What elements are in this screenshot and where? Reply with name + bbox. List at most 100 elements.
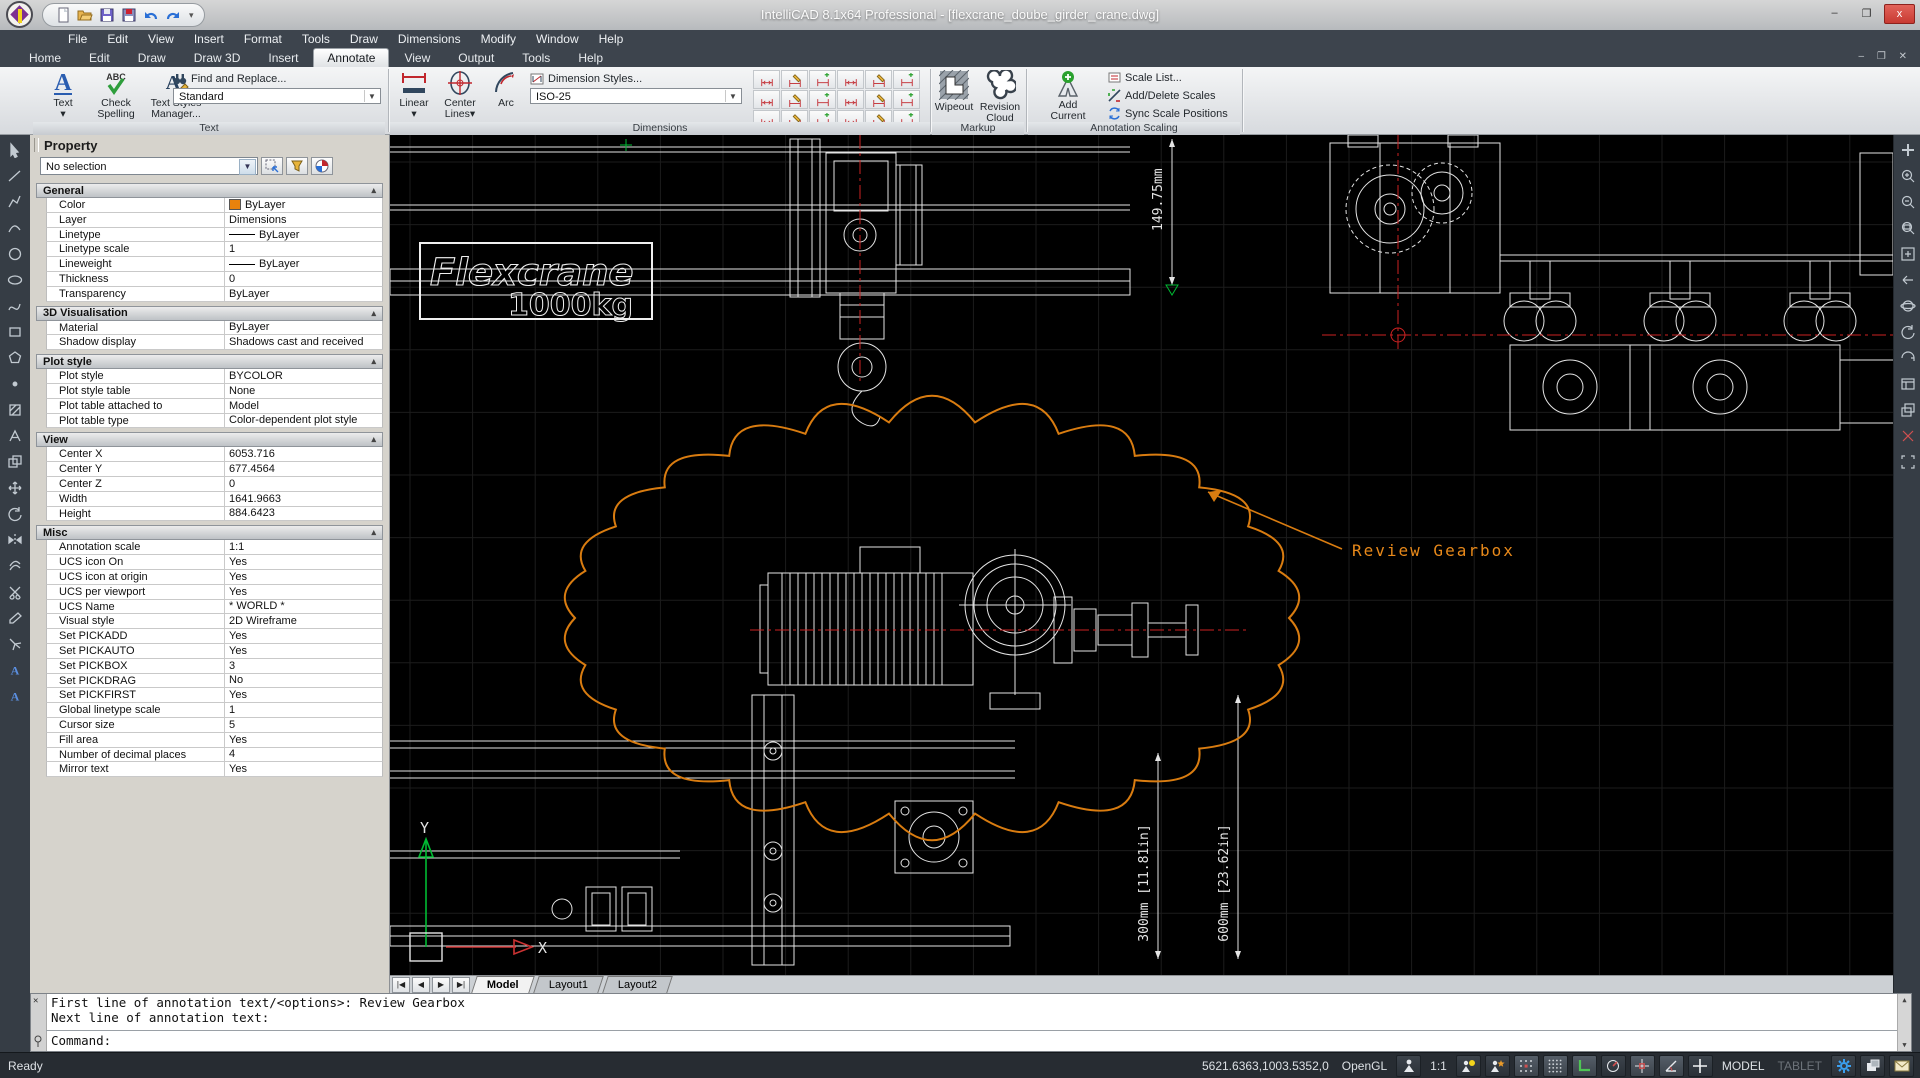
oblique-dimension-button[interactable] xyxy=(893,70,920,89)
polar-toggle[interactable] xyxy=(1601,1055,1626,1077)
status-annotation-scale[interactable]: 1:1 xyxy=(1426,1059,1451,1073)
tool-layers-icon[interactable] xyxy=(1897,399,1919,421)
arc-dimension-button[interactable]: Arc xyxy=(486,69,526,121)
property-value[interactable]: Shadows cast and received xyxy=(225,335,382,349)
tool-ellipse-icon[interactable] xyxy=(4,269,26,291)
find-replace-button[interactable]: Find and Replace... xyxy=(173,72,286,86)
property-value[interactable]: Yes xyxy=(225,585,382,599)
property-value[interactable]: Yes xyxy=(225,733,382,747)
tool-zoom-out-icon[interactable] xyxy=(1897,191,1919,213)
last-sheet-button[interactable]: ▶| xyxy=(452,977,470,993)
linear-dimension-button[interactable]: Linear▾ xyxy=(393,69,435,121)
wipeout-button[interactable]: Wipeout xyxy=(932,69,976,121)
tool-previous-view-icon[interactable] xyxy=(1897,269,1919,291)
tool-full-screen-icon[interactable] xyxy=(1897,451,1919,473)
tool-mirror-icon[interactable] xyxy=(4,529,26,551)
property-value[interactable]: 0 xyxy=(225,477,382,491)
property-value[interactable]: Yes xyxy=(225,644,382,658)
ribbon-tab-annotate[interactable]: Annotate xyxy=(313,48,389,67)
property-value[interactable]: ByLayer xyxy=(225,321,382,335)
ribbon-tab-output[interactable]: Output xyxy=(445,49,507,67)
continue-dimension-button[interactable] xyxy=(837,70,864,89)
diameter-dimension-button[interactable] xyxy=(837,90,864,109)
collapse-icon[interactable]: ▴ xyxy=(371,434,376,445)
section-header-general[interactable]: General▴ xyxy=(36,183,383,198)
next-sheet-button[interactable]: ▶ xyxy=(432,977,450,993)
selection-combobox[interactable]: No selection▼ xyxy=(40,157,258,175)
section-header-plot-style[interactable]: Plot style▴ xyxy=(36,354,383,369)
property-value[interactable]: ByLayer xyxy=(225,287,382,301)
baseline-dimension-button[interactable] xyxy=(809,70,836,89)
smart-dimension-button[interactable] xyxy=(753,70,780,89)
check-spelling-button[interactable]: ABC Check Spelling xyxy=(91,69,141,121)
menu-insert[interactable]: Insert xyxy=(184,31,234,47)
tool-regen-icon[interactable] xyxy=(1897,321,1919,343)
scale-list-button[interactable]: Scale List... xyxy=(1108,71,1182,84)
property-value[interactable]: ByLayer xyxy=(225,257,382,271)
property-value[interactable]: 1:1 xyxy=(225,540,382,554)
tool-pan-icon[interactable] xyxy=(1897,139,1919,161)
section-header-misc[interactable]: Misc▴ xyxy=(36,525,383,540)
tool-zoom-extents-icon[interactable] xyxy=(1897,243,1919,265)
tool-polyline-icon[interactable] xyxy=(4,191,26,213)
close-button[interactable]: x xyxy=(1884,4,1915,24)
tool-erase-icon[interactable] xyxy=(4,607,26,629)
ribbon-tab-draw[interactable]: Draw xyxy=(125,49,179,67)
ribbon-tab-tools[interactable]: Tools xyxy=(509,49,563,67)
tool-circle-icon[interactable] xyxy=(4,243,26,265)
combo-dropdown-icon[interactable]: ▼ xyxy=(239,159,256,175)
annotation-person-icon[interactable] xyxy=(1396,1055,1421,1077)
status-coordinates[interactable]: 5621.6363,1003.5352,0 xyxy=(1198,1059,1333,1073)
drawing-canvas[interactable]: 149.75mm xyxy=(390,135,1893,975)
command-scrollbar[interactable]: ▲▼ xyxy=(1897,994,1911,1051)
property-value[interactable]: 677.4564 xyxy=(225,462,382,476)
add-delete-scales-button[interactable]: Add/Delete Scales xyxy=(1108,89,1216,102)
minimize-button[interactable]: – xyxy=(1820,4,1849,22)
center-mark-button[interactable] xyxy=(809,90,836,109)
property-value[interactable]: Yes xyxy=(225,629,382,643)
property-value[interactable]: 3 xyxy=(225,659,382,673)
property-value[interactable]: 5 xyxy=(225,718,382,732)
tool-text-style-icon[interactable]: A xyxy=(4,659,26,681)
property-value[interactable]: 1 xyxy=(225,703,382,717)
tool-rectangle-icon[interactable] xyxy=(4,321,26,343)
etrack-toggle[interactable] xyxy=(1659,1055,1684,1077)
tool-rotate-icon[interactable] xyxy=(4,503,26,525)
tool-move-icon[interactable] xyxy=(4,477,26,499)
center-lines-button[interactable]: Center Lines▾ xyxy=(436,69,484,121)
annotation-autoscale-toggle[interactable] xyxy=(1485,1055,1510,1077)
property-value[interactable]: Color-dependent plot style xyxy=(225,414,382,428)
status-tablet-toggle[interactable]: TABLET xyxy=(1774,1059,1826,1073)
text-button[interactable]: A Text▾ xyxy=(38,69,88,121)
tool-orbit-icon[interactable] xyxy=(1897,295,1919,317)
property-value[interactable]: 4 xyxy=(225,748,382,762)
collapse-icon[interactable]: ▴ xyxy=(371,527,376,538)
tool-arc-icon[interactable] xyxy=(4,217,26,239)
annotation-visibility-toggle[interactable] xyxy=(1456,1055,1481,1077)
text-style-combobox[interactable]: Standard▼ xyxy=(173,88,381,104)
dimension-break-button[interactable] xyxy=(781,70,808,89)
menu-tools[interactable]: Tools xyxy=(292,31,340,47)
property-value[interactable]: Yes xyxy=(225,688,382,702)
menu-help[interactable]: Help xyxy=(589,31,634,47)
tool-annotation-text-icon[interactable]: A xyxy=(4,685,26,707)
color-picker-button[interactable] xyxy=(311,157,333,175)
tool-spline-icon[interactable] xyxy=(4,295,26,317)
select-entities-button[interactable] xyxy=(261,157,283,175)
property-value[interactable]: 2D Wireframe xyxy=(225,614,382,628)
property-value[interactable]: BYCOLOR xyxy=(225,369,382,383)
property-value[interactable]: Yes xyxy=(225,555,382,569)
tool-zoom-window-icon[interactable] xyxy=(1897,217,1919,239)
menu-format[interactable]: Format xyxy=(234,31,292,47)
ortho-toggle[interactable] xyxy=(1572,1055,1597,1077)
mail-button[interactable] xyxy=(1889,1055,1914,1077)
revision-cloud[interactable] xyxy=(565,396,1299,841)
menu-view[interactable]: View xyxy=(138,31,184,47)
property-value[interactable]: Dimensions xyxy=(225,213,382,227)
ribbon-tab-draw-3d[interactable]: Draw 3D xyxy=(181,49,254,67)
ribbon-tab-view[interactable]: View xyxy=(391,49,443,67)
ribbon-tab-edit[interactable]: Edit xyxy=(76,49,123,67)
property-value[interactable]: 0 xyxy=(225,272,382,286)
section-header-3d-visualisation[interactable]: 3D Visualisation▴ xyxy=(36,306,383,321)
property-value[interactable]: Yes xyxy=(225,762,382,776)
